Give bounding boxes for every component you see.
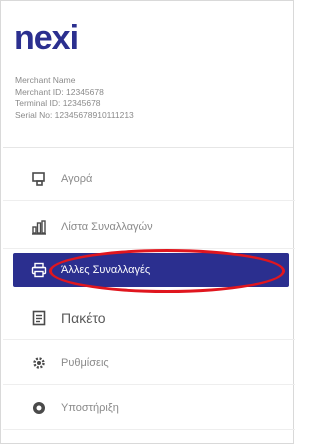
menu-item-label: Πακέτο [61,310,106,326]
menu-item-label: Ρυθμίσεις [61,357,109,369]
menu-separator [3,384,295,385]
merchant-name: Merchant Name [15,75,76,85]
support-icon [31,400,47,416]
nexi-terminal-side-menu: nexi Merchant Name Merchant ID: 12345678… [0,0,295,444]
menu-separator [3,248,295,249]
terminal-id: Terminal ID: 12345678 [15,98,101,108]
menu-separator [3,200,295,201]
bar-chart-icon [31,219,47,235]
menu-item-settings[interactable]: Ρυθμίσεις [13,346,289,380]
cart-icon [31,171,47,187]
menu-item-label: Υποστήριξη [61,402,119,414]
printer-icon [31,262,47,278]
terminal-info: Merchant Name Merchant ID: 12345678 Term… [15,75,134,121]
menu-item-other-transactions[interactable]: Άλλες Συναλλαγές [13,253,289,287]
gear-icon [31,355,47,371]
serial-number: Serial No: 12345678910111213 [15,109,134,120]
document-icon [31,310,47,326]
menu-item-purchase[interactable]: Αγορά [13,162,289,196]
nexi-logo-text: nexi [14,19,79,57]
menu-item-package[interactable]: Πακέτο [13,301,289,335]
menu-item-label: Λίστα Συναλλαγών [61,221,153,233]
menu-item-label: Άλλες Συναλλαγές [61,264,151,276]
menu-separator [3,429,295,430]
menu-item-support[interactable]: Υποστήριξη [13,391,289,425]
header-divider [3,147,293,148]
menu-item-label: Αγορά [61,173,93,185]
menu-separator [3,339,295,340]
merchant-id: Merchant ID: 12345678 [15,86,104,97]
nexi-logo: nexi [14,21,134,61]
menu-item-transaction-list[interactable]: Λίστα Συναλλαγών [13,210,289,244]
